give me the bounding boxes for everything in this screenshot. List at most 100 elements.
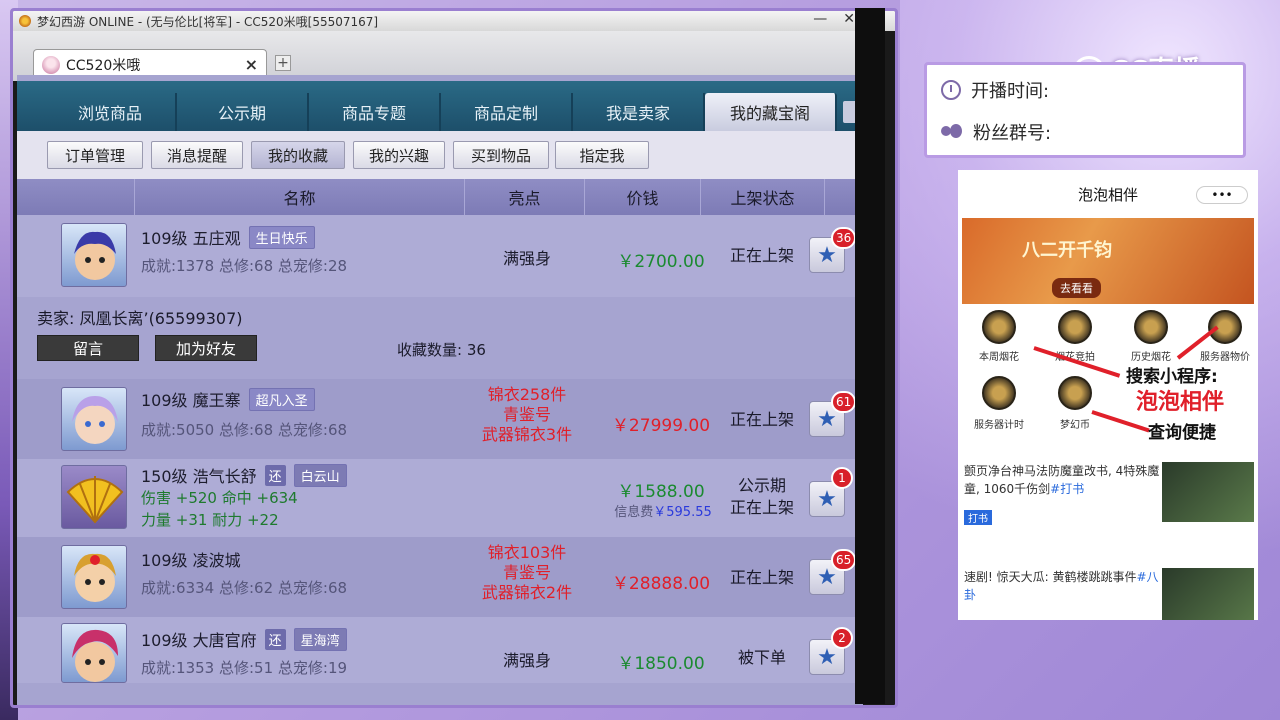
fans-group-label: 粉丝群号: (973, 123, 1052, 144)
promo-query-text: 查询便捷 (1148, 423, 1216, 443)
new-tab-button[interactable]: + (275, 55, 291, 71)
main-nav: 浏览商品 公示期 商品专题 商品定制 我是卖家 我的藏宝阁 (17, 81, 863, 131)
tab-browse-goods[interactable]: 浏览商品 (45, 93, 177, 131)
tab-public-period[interactable]: 公示期 (177, 93, 309, 131)
item-price: ￥1588.00 (617, 482, 705, 502)
grid-label: 服务器计时 (974, 420, 1024, 431)
item-level-name: 109级 魔王寨 (141, 391, 241, 410)
header-spacer (17, 179, 135, 215)
table-row[interactable]: 109级 凌波城 成就:6334 总修:62 总宠修:68 锦衣103件 青鉴号… (17, 537, 863, 617)
seller-panel: 卖家: 凤凰长离’(65599307) 留言 加为好友 收藏数量: 36 (17, 297, 863, 379)
tab-goods-topic[interactable]: 商品专题 (309, 93, 441, 131)
item-stats: 成就:1378 总修:68 总宠修:28 (141, 257, 348, 275)
order-manage-button[interactable]: 订单管理 (47, 141, 143, 169)
item-level-name: 109级 凌波城 (141, 551, 241, 570)
item-price: ￥27999.00 (611, 416, 711, 436)
news-thumbnail[interactable] (1162, 462, 1254, 522)
item-highlight-list: 锦衣103件 青鉴号 武器锦衣2件 (441, 543, 613, 603)
info-fee-value: ￥595.55 (653, 505, 712, 520)
item-server-tag: 白云山 (293, 463, 347, 487)
history-icon[interactable] (1134, 310, 1168, 344)
message-remind-button[interactable]: 消息提醒 (151, 141, 243, 169)
tab-close-icon[interactable]: × (245, 55, 258, 74)
my-interests-button[interactable]: 我的兴趣 (353, 141, 445, 169)
character-avatar (61, 623, 127, 683)
item-status: 正在上架 (729, 568, 794, 587)
browser-tab-strip: CC520米哦 × + (13, 31, 867, 81)
news-item[interactable]: 颤页净台神马法防魔童改书, 4特殊魔童, 1060千伤剑#打书 (964, 462, 1164, 498)
promo-app-name: 泡泡相伴 (1136, 390, 1225, 415)
item-stats-line2: 力量 +31 耐力 +22 (141, 511, 279, 529)
highlight-line: 武器锦衣3件 (481, 425, 573, 444)
item-price: ￥28888.00 (611, 574, 711, 594)
highlight-line: 青鉴号 (502, 563, 551, 582)
item-highlight-list: 锦衣258件 青鉴号 武器锦衣3件 (441, 385, 613, 445)
timer-icon[interactable] (982, 376, 1016, 410)
grid-label: 本周烟花 (979, 352, 1019, 363)
minimize-button[interactable]: — (813, 11, 827, 27)
item-highlight: 满强身 (502, 249, 551, 268)
tab-my-treasure[interactable]: 我的藏宝阁 (705, 93, 837, 131)
news-tag: 打书 (964, 510, 992, 525)
info-fee-label: 信息费 (614, 505, 654, 520)
bought-items-button[interactable]: 买到物品 (453, 141, 549, 169)
grid-label: 梦幻币 (1060, 420, 1090, 431)
highlight-line: 锦衣258件 (487, 385, 567, 404)
window-side-bar (855, 8, 885, 704)
status-line: 正在上架 (729, 498, 794, 517)
app-icon (19, 15, 31, 27)
banner-text: 八二开千钧 (1022, 240, 1112, 261)
message-button[interactable]: 留言 (37, 335, 139, 361)
close-window-button[interactable]: ✕ (843, 11, 855, 27)
promo-banner[interactable]: 八二开千钧 去看看 (962, 218, 1254, 304)
star-icon: ★ (817, 486, 837, 512)
character-avatar (61, 387, 127, 451)
auction-icon[interactable] (1058, 310, 1092, 344)
favorite-count-badge: 65 (831, 549, 857, 571)
item-stats: 成就:1353 总修:51 总宠修:19 (141, 659, 348, 677)
coin-icon[interactable] (1058, 376, 1092, 410)
fan-weapon-avatar (61, 465, 127, 529)
table-row[interactable]: 109级 五庄观 生日快乐 成就:1378 总修:68 总宠修:28 满强身 ￥… (17, 215, 863, 297)
tab-i-am-seller[interactable]: 我是卖家 (573, 93, 705, 131)
table-row[interactable]: 109级 大唐官府 还 星海湾 成就:1353 总修:51 总宠修:19 满强身… (17, 617, 863, 683)
tab-goods-custom[interactable]: 商品定制 (441, 93, 573, 131)
header-name: 名称 (135, 179, 465, 215)
item-price: ￥2700.00 (617, 252, 705, 272)
header-price: 价钱 (585, 179, 701, 215)
item-level-name: 109级 五庄观 (141, 229, 241, 248)
highlight-line: 武器锦衣2件 (481, 583, 573, 602)
character-avatar (61, 545, 127, 609)
grid-label: 历史烟花 (1131, 352, 1171, 363)
grid-label: 服务器物价 (1200, 352, 1250, 363)
live-time-label: 开播时间: (971, 81, 1050, 102)
mini-program-menu-button[interactable]: ••• (1196, 186, 1248, 204)
star-icon: ★ (817, 644, 837, 670)
news-item[interactable]: 速剧! 惊天大瓜: 黄鹤楼跳跳事件#八卦 (964, 568, 1164, 604)
window-title-bar: 梦幻西游 ONLINE - (无与伦比[将军] - CC520米哦[555071… (13, 11, 895, 31)
firework-icon[interactable] (982, 310, 1016, 344)
item-server-tag: 星海湾 (293, 627, 347, 651)
item-status: 被下单 (737, 648, 786, 667)
news-thumbnail[interactable] (1162, 568, 1254, 620)
table-row[interactable]: 109级 魔王寨 超凡入圣 成就:5050 总修:68 总宠修:68 锦衣258… (17, 379, 863, 459)
designated-me-button[interactable]: 指定我 (555, 141, 649, 169)
tab-favicon-icon (42, 55, 60, 74)
banner-button[interactable]: 去看看 (1052, 278, 1101, 298)
browser-tab-label: CC520米哦 (66, 57, 141, 74)
character-avatar (61, 223, 127, 287)
item-level-name: 150级 浩气长舒 (141, 467, 257, 486)
stream-info-box: 开播时间: 粉丝群号: (924, 62, 1246, 158)
news-text: 速剧! 惊天大瓜: 黄鹤楼跳跳事件 (964, 570, 1137, 584)
sub-nav: 订单管理 消息提醒 我的收藏 我的兴趣 买到物品 指定我 (17, 131, 863, 179)
item-status: 正在上架 (729, 410, 794, 429)
item-highlight: 满强身 (502, 651, 551, 670)
favorite-count-badge: 1 (831, 467, 853, 489)
table-row[interactable]: 150级 浩气长舒 还 白云山 伤害 +520 命中 +634 力量 +31 耐… (17, 459, 863, 537)
item-status: 正在上架 (729, 246, 794, 265)
highlight-line: 青鉴号 (502, 405, 551, 424)
my-favorites-button[interactable]: 我的收藏 (251, 141, 345, 169)
add-friend-button[interactable]: 加为好友 (155, 335, 257, 361)
favorite-count-badge: 2 (831, 627, 853, 649)
fans-group-icon (941, 124, 963, 140)
